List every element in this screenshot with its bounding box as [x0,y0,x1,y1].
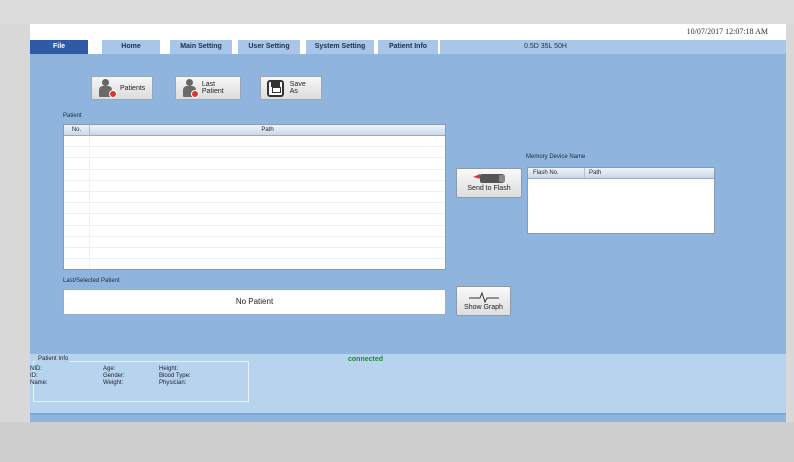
table-row[interactable] [64,203,445,215]
column-header-flash-no[interactable]: Flash No. [528,168,585,178]
tab-bar: File Home Main Setting User Setting Syst… [30,39,786,54]
save-as-button[interactable]: Save As [260,76,322,100]
patient-info-group [33,361,249,402]
memory-device-label: Memory Device Name [526,154,586,160]
tab-file[interactable]: File [30,40,88,54]
column-header-path[interactable]: Path [90,125,445,135]
id-label: ID: [30,373,38,379]
table-row[interactable] [64,147,445,159]
gender-label: Gender: [103,373,125,379]
bottom-divider [30,413,786,415]
column-header-flash-path[interactable]: Path [585,168,714,178]
table-row[interactable] [64,214,445,226]
save-icon [267,79,284,97]
memory-device-table-header: Flash No. Path [528,168,714,179]
show-graph-label: Show Graph [464,304,503,311]
table-row[interactable] [64,248,445,260]
physician-label: Physician: [159,380,187,386]
table-row[interactable] [64,237,445,248]
patients-button-label: Patients [120,84,146,92]
app-window: 10/07/2017 12:07:18 AM File Home Main Se… [30,24,786,422]
last-selected-patient: No Patient [63,289,446,315]
settings-info: 0.5D 35L 50H [440,40,786,54]
show-graph-button[interactable]: Show Graph [456,286,511,316]
save-as-button-label: Save As [289,81,306,95]
tab-user-setting[interactable]: User Setting [238,40,300,54]
last-patient-button[interactable]: Last Patient [175,76,241,100]
tab-system-setting[interactable]: System Setting [306,40,374,54]
patients-button[interactable]: Patients [91,76,153,100]
tab-patient-info[interactable]: Patient Info [378,40,438,54]
last-patient-icon [182,79,199,98]
last-patient-button-label: Last Patient [201,81,224,95]
patient-info-title: Patient Info [36,356,71,362]
table-row[interactable] [64,226,445,237]
table-row[interactable] [64,192,445,204]
memory-device-table[interactable]: Flash No. Path [527,167,715,234]
tab-home[interactable]: Home [102,40,160,54]
nid-label: NID: [30,366,42,372]
patients-icon [98,79,117,98]
name-label: Name: [30,380,48,386]
height-label: Height: [159,366,179,372]
outer-frame-bottom [0,422,794,462]
waveform-icon [468,291,499,304]
tab-main-setting[interactable]: Main Setting [170,40,232,54]
last-selected-label: Last/Selected Patient [63,278,120,284]
weight-label: Weight: [103,380,124,386]
table-row[interactable] [64,170,445,181]
datetime: 10/07/2017 12:07:18 AM [686,27,768,36]
patient-info-col-2: Age: Gender: Weight: [103,366,125,387]
connection-status: connected [348,356,384,363]
table-row[interactable] [64,158,445,170]
send-to-flash-label: Send to Flash [467,185,511,192]
flash-drive-icon [473,174,505,183]
patient-table-header: No. Path [64,125,445,136]
table-row[interactable] [64,181,445,192]
patient-info-col-3: Height: Blood Type: Physician: [159,366,191,387]
patient-group-label: Patient [63,113,82,119]
title-strip: 10/07/2017 12:07:18 AM [30,24,786,39]
blood-type-label: Blood Type: [159,373,191,379]
age-label: Age: [103,366,116,372]
outer-frame-top [0,0,794,24]
patient-table[interactable]: No. Path [63,124,446,270]
patient-info-col-1: NID: ID: Name: [30,366,48,387]
send-to-flash-button[interactable]: Send to Flash [456,168,522,198]
table-row[interactable] [64,136,445,148]
column-header-no[interactable]: No. [64,125,90,135]
